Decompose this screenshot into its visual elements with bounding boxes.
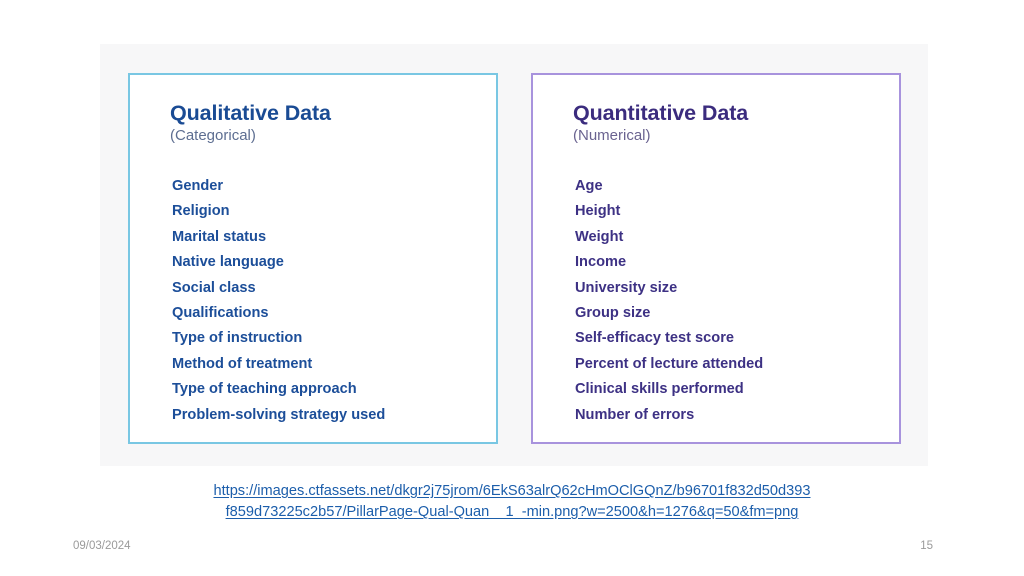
list-item: Weight (575, 228, 624, 245)
quantitative-card-subtitle: (Numerical) (573, 127, 651, 145)
source-url-link[interactable]: https://images.ctfassets.net/dkgr2j75jro… (0, 481, 1024, 523)
list-item: University size (575, 279, 678, 296)
list-item: Income (575, 254, 627, 271)
slide-footer: 09/03/2024 15 (0, 540, 1024, 560)
quantitative-card-title: Quantitative Data (573, 101, 749, 125)
list-item: Religion (172, 203, 230, 220)
list-item: Number of errors (575, 406, 695, 423)
list-item: Height (575, 203, 621, 220)
list-item: Self-efficacy test score (575, 330, 734, 347)
list-item: Age (575, 178, 603, 194)
quantitative-term-list: Age Height Weight Income University size… (575, 174, 763, 428)
footer-page-number: 15 (920, 540, 933, 552)
list-item: Qualifications (172, 305, 269, 322)
slide: Qualitative Data (Categorical) Gender Re… (0, 0, 1024, 576)
list-item: Percent of lecture attended (575, 355, 764, 372)
qualitative-card-subtitle: (Categorical) (170, 127, 256, 145)
qualitative-card-title: Qualitative Data (170, 101, 331, 125)
source-url-line-2[interactable]: f859d73225c2b57/PillarPage-Qual-Quan__1_… (0, 502, 1024, 523)
quantitative-data-card: Quantitative Data (Numerical) Age Height… (531, 73, 901, 444)
list-item: Type of instruction (172, 330, 303, 347)
list-item: Method of treatment (172, 355, 313, 372)
list-item: Social class (172, 279, 256, 296)
image-panel: Qualitative Data (Categorical) Gender Re… (100, 44, 928, 466)
list-item: Problem-solving strategy used (172, 406, 386, 423)
source-url-line-1[interactable]: https://images.ctfassets.net/dkgr2j75jro… (0, 481, 1024, 502)
qualitative-data-card: Qualitative Data (Categorical) Gender Re… (128, 73, 498, 444)
qualitative-term-list: Gender Religion Marital status Native la… (172, 174, 385, 428)
list-item: Clinical skills performed (575, 381, 744, 398)
list-item: Marital status (172, 228, 267, 245)
list-item: Gender (172, 178, 224, 194)
list-item: Type of teaching approach (172, 381, 357, 398)
qualitative-card-header: Qualitative Data (Categorical) (170, 101, 486, 145)
quantitative-card-header: Quantitative Data (Numerical) (573, 101, 889, 145)
list-item: Group size (575, 305, 651, 322)
list-item: Native language (172, 254, 284, 271)
